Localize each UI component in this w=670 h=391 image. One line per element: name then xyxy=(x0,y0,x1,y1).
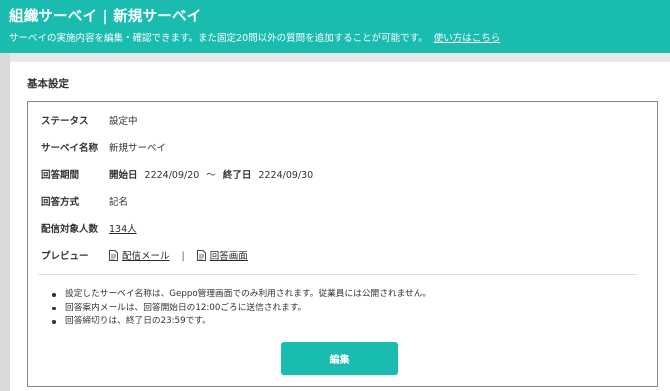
preview-links: 配信メール | 回答画面 xyxy=(109,250,248,266)
settings-box: ステータス 設定中 サーベイ名称 新規サーベイ 回答期間 開始日 2224/09… xyxy=(27,101,658,387)
answer-method-value: 記名 xyxy=(109,197,129,208)
period-tilde: 〜 xyxy=(206,170,216,181)
edit-button[interactable]: 編集 xyxy=(281,342,398,375)
divider xyxy=(38,274,637,275)
page-description-text: サーベイの実施内容を編集・確認できます。また固定20問以外の質問を追加することが… xyxy=(9,33,428,44)
preview-label: プレビュー xyxy=(41,251,89,262)
recipients-count-link[interactable]: 134人 xyxy=(109,224,137,235)
answer-method-label: 回答方式 xyxy=(41,197,80,208)
status-value: 設定中 xyxy=(109,116,138,127)
page-description: サーベイの実施内容を編集・確認できます。また固定20問以外の質問を追加することが… xyxy=(9,33,670,45)
end-date-value: 2224/09/30 xyxy=(258,170,314,181)
help-link[interactable]: 使い方はこちら xyxy=(434,33,501,44)
document-icon xyxy=(109,250,118,266)
preview-separator: | xyxy=(181,251,185,262)
page-title: 組織サーベイ | 新規サーベイ xyxy=(9,9,202,25)
end-date-label: 終了日 xyxy=(222,170,252,181)
sidebar-strip xyxy=(0,53,10,391)
note-item: 設定したサーベイ名称は、Geppo管理画面でのみ利用されます。従業員には公開され… xyxy=(52,288,431,302)
document-icon xyxy=(196,250,206,266)
note-item: 回答締切りは、終了日の23:59です。 xyxy=(52,315,431,329)
survey-name-value: 新規サーベイ xyxy=(109,143,167,154)
page-header: 組織サーベイ | 新規サーベイ サーベイの実施内容を編集・確認できます。また固定… xyxy=(0,0,670,53)
start-date-label: 開始日 xyxy=(109,170,138,181)
answer-period-value: 開始日 2224/09/20 〜 終了日 2224/09/30 xyxy=(109,169,313,183)
start-date-value: 2224/09/20 xyxy=(144,170,200,181)
answer-period-label: 回答期間 xyxy=(41,170,80,181)
survey-name-label: サーベイ名称 xyxy=(41,143,99,154)
section-title: 基本設定 xyxy=(27,78,69,90)
status-label: ステータス xyxy=(41,116,89,127)
note-item: 回答案内メールは、回答開始日の12:00ごろに送信されます。 xyxy=(52,302,431,316)
preview-mail-link[interactable]: 配信メール xyxy=(122,251,170,262)
content-card: 基本設定 ステータス 設定中 サーベイ名称 新規サーベイ 回答期間 開始日 22… xyxy=(10,62,670,391)
recipients-label: 配信対象人数 xyxy=(41,224,99,235)
preview-screen-link[interactable]: 回答画面 xyxy=(210,251,248,262)
notes-list: 設定したサーベイ名称は、Geppo管理画面でのみ利用されます。従業員には公開され… xyxy=(52,288,431,329)
